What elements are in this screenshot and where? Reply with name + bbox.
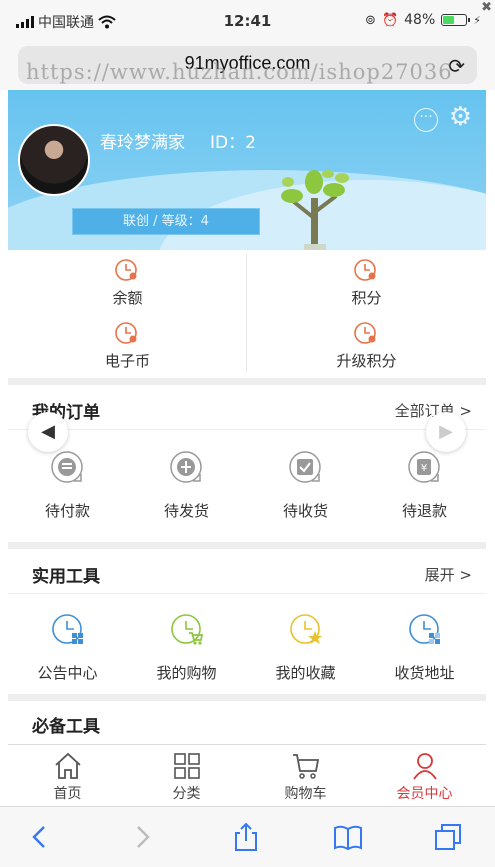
tab-label: 首页 [53, 786, 82, 802]
tool-announcements[interactable]: 公告中心 [8, 604, 127, 704]
more-icon[interactable]: ··· [414, 108, 438, 132]
tab-label: 会员中心 [396, 786, 453, 802]
clock-icon [354, 322, 376, 344]
section-divider [8, 542, 486, 549]
bottom-tab-bar: 首页 分类 购物车 会员中心 [8, 744, 486, 806]
browser-toolbar [0, 806, 495, 867]
address-icon [409, 614, 440, 644]
forward-icon[interactable] [126, 821, 158, 853]
expand-link[interactable]: 展开 > [425, 564, 472, 585]
tool-my-shopping[interactable]: 我的购物 [127, 604, 246, 704]
tab-member-center[interactable]: 会员中心 [365, 745, 484, 807]
cart-icon [293, 754, 320, 779]
clock-icon [115, 322, 137, 344]
grid-icon [174, 753, 200, 779]
tab-home[interactable]: 首页 [8, 745, 127, 807]
prev-arrow-button[interactable]: ◀ [28, 412, 68, 452]
orientation-lock-icon: ⊚ [365, 12, 376, 28]
tool-label: 我的收藏 [275, 664, 336, 682]
order-pending-refund[interactable]: ¥ 待退款 [365, 442, 484, 542]
yen-icon: ¥ [408, 451, 440, 483]
order-label: 待退款 [401, 502, 447, 520]
tools-title: 实用工具 [32, 567, 100, 587]
tool-label: 公告中心 [37, 664, 98, 682]
tools-row: 公告中心 我的购物 我的收藏 收货地址 [8, 604, 486, 704]
tool-label: 收货地址 [394, 664, 455, 682]
battery-percent: 48% [404, 12, 436, 28]
essentials-header: 必备工具 [8, 700, 486, 744]
username: 春玲梦满家 [100, 133, 185, 153]
check-box-icon [289, 451, 321, 483]
asset-points[interactable]: 积分 [247, 250, 486, 313]
bookmarks-icon[interactable] [332, 821, 364, 853]
share-icon[interactable] [230, 821, 262, 853]
order-pending-payment[interactable]: 待付款 [8, 442, 127, 542]
asset-label: 电子币 [104, 352, 150, 370]
order-label: 待收货 [282, 502, 328, 520]
asset-label: 积分 [351, 289, 382, 307]
profile-banner: 春玲梦满家 ID：2 联创 / 等级：4 ··· ⚙ [8, 90, 486, 250]
back-icon[interactable] [24, 821, 56, 853]
level-badge: 联创 / 等级：4 [72, 208, 260, 235]
asset-upgrade-points[interactable]: 升级积分 [247, 313, 486, 376]
charging-icon: ⚡ [473, 13, 481, 27]
tab-cart[interactable]: 购物车 [246, 745, 365, 807]
gift-icon [170, 451, 202, 483]
asset-label: 余额 [112, 289, 143, 307]
user-id: ID：2 [210, 133, 256, 153]
orders-row: 待付款 待发货 待收货 ¥ 待退款 [8, 442, 486, 542]
avatar[interactable] [18, 124, 90, 196]
order-pending-shipment[interactable]: 待发货 [127, 442, 246, 542]
watermark: https://www.huzhan.com/ishop27036 [26, 60, 453, 84]
tab-label: 购物车 [284, 786, 327, 802]
asset-ecoin[interactable]: 电子币 [8, 313, 247, 376]
status-right: ⊚ ⏰ 48% ⚡ [365, 12, 481, 28]
clock-icon [115, 259, 137, 281]
tab-categories[interactable]: 分类 [127, 745, 246, 807]
tabs-icon[interactable] [432, 821, 464, 853]
tree-icon [281, 170, 349, 250]
tool-label: 我的购物 [156, 664, 217, 682]
battery-icon [441, 14, 471, 26]
svg-text:¥: ¥ [421, 463, 427, 474]
assets-grid: 余额 积分 电子币 升级积分 [8, 250, 486, 376]
order-pending-receipt[interactable]: 待收货 [246, 442, 365, 542]
tool-shipping-address[interactable]: 收货地址 [365, 604, 484, 704]
favorite-icon [290, 614, 322, 644]
close-icon[interactable]: ✖ [481, 0, 492, 15]
clock-icon [354, 259, 376, 281]
order-label: 待发货 [163, 502, 209, 520]
coins-icon [51, 451, 83, 483]
alarm-icon: ⏰ [381, 12, 399, 28]
status-bar: 中国联通 12:41 ⊚ ⏰ 48% ⚡ [0, 0, 495, 42]
order-label: 待付款 [44, 502, 90, 520]
next-arrow-button[interactable]: ▶ [426, 412, 466, 452]
asset-balance[interactable]: 余额 [8, 250, 247, 313]
orders-header: 我的订单 全部订单 > [8, 386, 486, 430]
tools-header: 实用工具 展开 > [8, 550, 486, 594]
shopping-icon [171, 614, 204, 645]
asset-label: 升级积分 [336, 352, 397, 370]
gear-icon[interactable]: ⚙ [449, 104, 472, 130]
tab-label: 分类 [172, 786, 201, 802]
announcement-icon [52, 614, 83, 644]
section-divider [8, 378, 486, 385]
tool-my-favorites[interactable]: 我的收藏 [246, 604, 365, 704]
user-icon [413, 753, 437, 780]
essentials-title: 必备工具 [32, 717, 100, 737]
home-icon [55, 752, 81, 779]
